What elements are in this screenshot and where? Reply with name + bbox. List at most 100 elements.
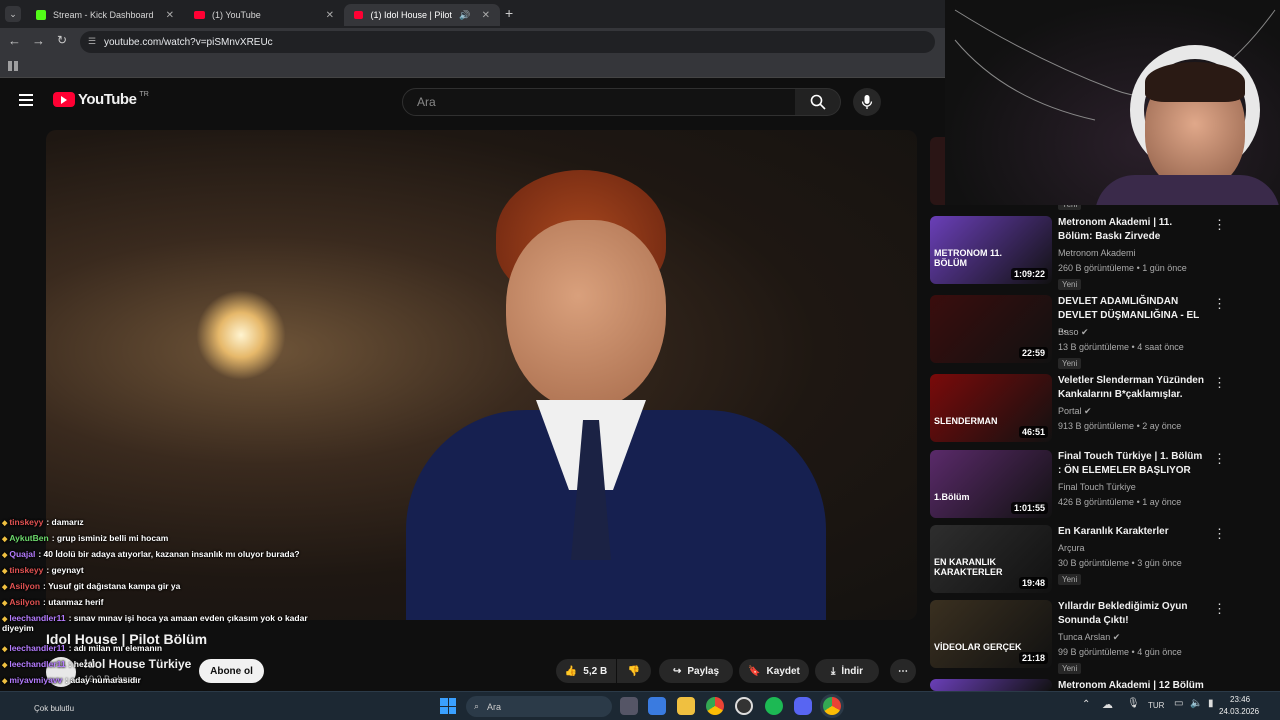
back-icon[interactable]: ← bbox=[8, 33, 21, 48]
streamer-hair bbox=[1145, 62, 1245, 102]
recommendation-channel-name: Metronom Akademi bbox=[1058, 248, 1136, 258]
close-tab-icon[interactable]: ✕ bbox=[166, 10, 174, 21]
share-icon: ↪ bbox=[672, 665, 682, 677]
store-icon[interactable] bbox=[648, 697, 666, 715]
taskbar-search[interactable]: ⌕ Ara bbox=[466, 696, 612, 717]
tray-chevron-icon[interactable]: ⌃ bbox=[1082, 699, 1090, 710]
more-vertical-icon[interactable]: ⋮ bbox=[1213, 601, 1226, 617]
search-input[interactable]: Ara bbox=[402, 88, 796, 116]
save-button[interactable]: 🔖 Kaydet bbox=[739, 659, 809, 683]
download-button[interactable]: ⤓ İndir bbox=[815, 659, 879, 683]
chat-username[interactable]: miyavmiyavv bbox=[9, 675, 62, 685]
volume-icon[interactable]: 🔈 bbox=[1190, 698, 1202, 709]
more-actions-button[interactable]: ⋯ bbox=[890, 659, 916, 683]
spotify-icon[interactable] bbox=[765, 697, 783, 715]
chat-text: : geynayt bbox=[46, 565, 84, 575]
more-vertical-icon[interactable]: ⋮ bbox=[1213, 217, 1226, 233]
recommendation-channel[interactable]: Metronom Akademi bbox=[1058, 248, 1136, 258]
chat-username[interactable]: leechandler11 bbox=[9, 613, 65, 623]
recommendation-thumbnail[interactable] bbox=[930, 679, 1052, 691]
recommendation-title[interactable]: Metronom Akademi | 11. Bölüm: Baskı Zirv… bbox=[1058, 216, 1208, 244]
recommendation-thumbnail[interactable]: 1.Bölüm 1:01:55 bbox=[930, 450, 1052, 518]
weather-text[interactable]: Çok bulutlu bbox=[34, 704, 74, 713]
language-indicator[interactable]: TUR bbox=[1148, 701, 1164, 710]
network-icon[interactable]: ▭ bbox=[1174, 698, 1183, 709]
more-vertical-icon[interactable]: ⋮ bbox=[1213, 375, 1226, 391]
search-button[interactable] bbox=[795, 88, 841, 116]
recommendation-thumbnail[interactable]: EN KARANLIK KARAKTERLER 19:48 bbox=[930, 525, 1052, 593]
recommendation-title[interactable]: Final Touch Türkiye | 1. Bölüm : ÖN ELEM… bbox=[1058, 450, 1208, 478]
tab-label: (1) Idol House | Pilot Bölüm bbox=[370, 10, 452, 20]
tab-list-button[interactable]: ⌄ bbox=[5, 6, 21, 22]
recommendation-channel-name: Arçura bbox=[1058, 543, 1085, 553]
video-duration: 19:48 bbox=[1018, 577, 1048, 589]
new-tab-button[interactable]: + bbox=[505, 5, 513, 21]
chat-username[interactable]: tinskeyy bbox=[9, 517, 43, 527]
youtube-icon bbox=[194, 11, 205, 19]
tab-kick-dashboard[interactable]: Stream - Kick Dashboard ✕ bbox=[26, 4, 184, 26]
share-button[interactable]: ↪ Paylaş bbox=[659, 659, 733, 683]
more-vertical-icon[interactable]: ⋮ bbox=[1213, 451, 1226, 467]
hamburger-menu-icon[interactable] bbox=[19, 94, 33, 106]
chat-username[interactable]: Asilyon bbox=[9, 597, 40, 607]
chat-username[interactable]: tinskeyy bbox=[9, 565, 43, 575]
recommendation-channel[interactable]: Arçura bbox=[1058, 543, 1085, 553]
dislike-button[interactable]: 👎 bbox=[617, 659, 651, 683]
close-tab-icon[interactable]: ✕ bbox=[482, 10, 490, 21]
apps-grid-icon[interactable] bbox=[8, 61, 18, 71]
view-count: 913 B görüntüleme bbox=[1058, 421, 1135, 431]
chat-message: ◆ leechandler11: hezal bbox=[2, 659, 95, 669]
chrome-active-icon[interactable] bbox=[823, 697, 841, 715]
cloud-icon[interactable]: ☁ bbox=[1102, 698, 1113, 711]
clock-time[interactable]: 23:46 bbox=[1230, 695, 1250, 704]
tab-youtube[interactable]: (1) YouTube ✕ bbox=[184, 4, 344, 26]
new-badge: Yeni bbox=[1058, 279, 1082, 290]
chat-text: : Yusuf git dağıstana kampa gir ya bbox=[43, 581, 181, 591]
recommendation-thumbnail[interactable]: METRONOM 11. BÖLÜM 1:09:22 bbox=[930, 216, 1052, 284]
chat-username[interactable]: AykutBen bbox=[9, 533, 48, 543]
browser-toolbar: ← → ↻ ☰ youtube.com/watch?v=piSMnvXREUc bbox=[0, 28, 945, 56]
youtube-play-icon bbox=[53, 92, 75, 107]
view-count: 99 B görüntüleme bbox=[1058, 647, 1130, 657]
streamer-webcam bbox=[945, 0, 1280, 205]
new-badge: Yeni bbox=[1058, 358, 1082, 369]
like-button[interactable]: 👍 5,2 B bbox=[556, 659, 616, 683]
close-tab-icon[interactable]: ✕ bbox=[326, 10, 334, 21]
forward-icon[interactable]: → bbox=[32, 33, 45, 48]
clock-date[interactable]: 24.03.2026 bbox=[1219, 707, 1259, 716]
speaker-icon[interactable]: 🔊 bbox=[459, 10, 470, 21]
file-explorer-icon[interactable] bbox=[677, 697, 695, 715]
chat-message: ◆ leechandler11: adı milan mı elemanın bbox=[2, 643, 162, 653]
chat-username[interactable]: leechandler11 bbox=[9, 643, 65, 653]
recommendation-channel[interactable]: Tunca Arslan ✔ bbox=[1058, 632, 1120, 643]
recommendation-thumbnail[interactable]: 22:59 bbox=[930, 295, 1052, 363]
obs-icon[interactable] bbox=[735, 697, 753, 715]
recommendation-thumbnail[interactable]: SLENDERMAN 46:51 bbox=[930, 374, 1052, 442]
thumbnail-text: METRONOM 11. BÖLÜM bbox=[934, 248, 1003, 268]
recommendation-title[interactable]: Yıllardır Beklediğimiz Oyun Sonunda Çıkt… bbox=[1058, 600, 1208, 628]
recommendation-channel[interactable]: Final Touch Türkiye bbox=[1058, 482, 1136, 492]
chat-username[interactable]: Asilyon bbox=[9, 581, 40, 591]
recommendation-title[interactable]: En Karanlık Karakterler bbox=[1058, 525, 1208, 539]
start-button[interactable] bbox=[440, 698, 456, 714]
site-info-icon[interactable]: ☰ bbox=[88, 36, 96, 47]
more-vertical-icon[interactable]: ⋮ bbox=[1213, 296, 1226, 312]
reload-icon[interactable]: ↻ bbox=[57, 33, 67, 47]
voice-search-button[interactable] bbox=[853, 88, 881, 116]
recommendation-channel[interactable]: Baso ✔ bbox=[1058, 327, 1089, 338]
chat-username[interactable]: Quajal bbox=[9, 549, 35, 559]
youtube-logo[interactable]: YouTube TR bbox=[53, 91, 149, 108]
recommendation-channel[interactable]: Portal ✔ bbox=[1058, 406, 1092, 417]
address-bar[interactable]: ☰ youtube.com/watch?v=piSMnvXREUc bbox=[80, 31, 935, 53]
chat-username[interactable]: leechandler11 bbox=[9, 659, 65, 669]
streamer-shirt bbox=[1095, 175, 1280, 205]
chrome-icon[interactable] bbox=[706, 697, 724, 715]
battery-icon[interactable]: ▮ bbox=[1208, 698, 1214, 709]
recommendation-title[interactable]: Veletler Slenderman Yüzünden Kankalarını… bbox=[1058, 374, 1208, 402]
tab-idol-house[interactable]: (1) Idol House | Pilot Bölüm 🔊 ✕ bbox=[344, 4, 500, 26]
task-view-icon[interactable] bbox=[620, 697, 638, 715]
more-vertical-icon[interactable]: ⋮ bbox=[1213, 526, 1226, 542]
microphone-tray-icon[interactable]: 🎙 bbox=[1127, 698, 1140, 709]
discord-icon[interactable] bbox=[794, 697, 812, 715]
recommendation-thumbnail[interactable]: VİDEOLAR GERÇEK 21:18 bbox=[930, 600, 1052, 668]
